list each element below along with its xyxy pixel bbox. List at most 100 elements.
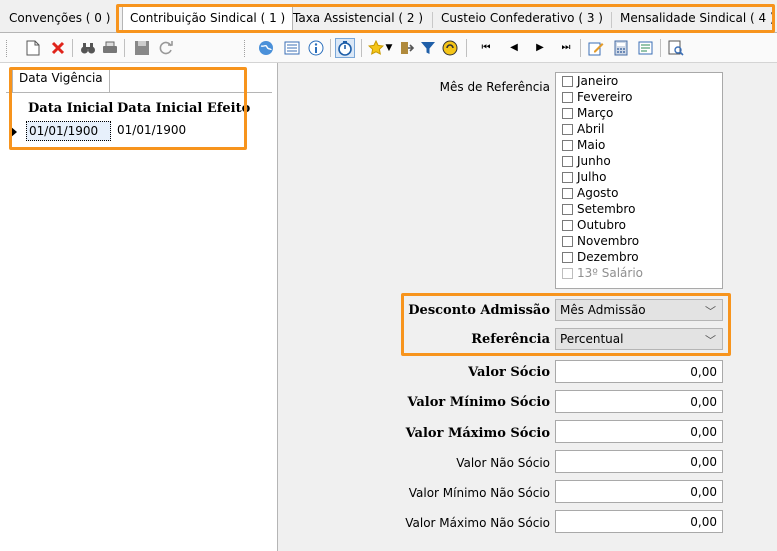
tab-separator [611, 12, 612, 28]
referencia-select[interactable]: Percentual ﹀ [555, 328, 723, 350]
checkbox-icon[interactable] [562, 203, 573, 215]
zoom-icon[interactable] [666, 38, 686, 58]
month-checkbox-julho[interactable]: Julho [562, 169, 606, 185]
month-label: Fevereiro [577, 90, 633, 104]
valor-nao-socio-input[interactable]: 0,00 [555, 450, 723, 473]
valor-nao-socio-label: Valor Não Sócio [456, 456, 550, 470]
tab-taxa-assistencial[interactable]: Taxa Assistencial ( 2 ) [286, 9, 430, 31]
toolbar: ▼ ⏮ ◀ ▶ ⏭ [0, 33, 777, 63]
month-checkbox-abril[interactable]: Abril [562, 121, 604, 137]
chevron-down-icon[interactable]: ▼ [384, 38, 394, 58]
toolbar-separator [330, 39, 331, 57]
stopwatch-icon[interactable] [335, 38, 355, 58]
filter-icon[interactable] [418, 38, 438, 58]
new-document-icon[interactable] [23, 38, 43, 58]
desconto-admissao-select[interactable]: Mês Admissão ﹀ [555, 299, 723, 321]
valor-maximo-socio-input[interactable]: 0,00 [555, 420, 723, 443]
print-icon[interactable] [100, 38, 120, 58]
referencia-label: Referência [471, 332, 550, 347]
globe-icon[interactable] [256, 38, 276, 58]
checkbox-icon[interactable] [562, 155, 573, 167]
month-checkbox-fevereiro[interactable]: Fevereiro [562, 89, 633, 105]
month-label: Agosto [577, 186, 619, 200]
column-header-data-inicial-efeito[interactable]: Data Inicial Efeito [117, 98, 250, 120]
month-checkbox-setembro[interactable]: Setembro [562, 201, 635, 217]
toolbar-separator [580, 39, 581, 57]
month-checkbox-janeiro[interactable]: Janeiro [562, 73, 618, 89]
checkbox-icon[interactable] [562, 123, 573, 135]
toolbar-separator [124, 39, 125, 57]
cell-data-inicial-efeito[interactable]: 01/01/1900 [117, 121, 186, 141]
refresh-icon[interactable] [156, 38, 176, 58]
toolbar-separator [466, 39, 467, 57]
month-label: Dezembro [577, 250, 639, 264]
toolbar-grip[interactable] [6, 40, 9, 57]
month-checkbox-dezembro[interactable]: Dezembro [562, 249, 639, 265]
tab-separator [118, 12, 119, 28]
tab-contribuicao-sindical[interactable]: Contribuição Sindical ( 1 ) [122, 5, 294, 31]
valor-socio-label: Valor Sócio [468, 365, 550, 380]
sync-icon[interactable] [440, 38, 460, 58]
report-icon[interactable] [636, 38, 656, 58]
binoculars-icon[interactable] [78, 38, 98, 58]
month-label: Junho [577, 154, 611, 168]
toolbar-grip[interactable] [244, 40, 247, 57]
checkbox-icon[interactable] [562, 139, 573, 151]
month-checkbox-novembro[interactable]: Novembro [562, 233, 639, 249]
valor-minimo-nao-socio-label: Valor Mínimo Não Sócio [408, 486, 550, 500]
valor-minimo-socio-label: Valor Mínimo Sócio [407, 395, 550, 410]
edit-icon[interactable] [586, 38, 606, 58]
next-record-icon[interactable]: ▶ [530, 38, 550, 58]
month-checkbox-marco[interactable]: Março [562, 105, 613, 121]
info-icon[interactable] [306, 38, 326, 58]
checkbox-icon[interactable] [562, 171, 573, 183]
month-checkbox-agosto[interactable]: Agosto [562, 185, 618, 201]
save-icon[interactable] [132, 38, 152, 58]
star-icon[interactable] [366, 38, 386, 58]
delete-icon[interactable] [48, 38, 68, 58]
calculator-icon[interactable] [611, 38, 631, 58]
month-checkbox-junho[interactable]: Junho [562, 153, 611, 169]
chevron-down-icon[interactable]: ﹀ [705, 332, 716, 348]
checkbox-icon[interactable] [562, 219, 573, 231]
tab-convencoes[interactable]: Convenções ( 0 ) [2, 9, 117, 31]
previous-record-icon[interactable]: ◀ [504, 38, 524, 58]
chevron-down-icon[interactable]: ﹀ [705, 303, 716, 319]
column-header-data-inicial[interactable]: Data Inicial [28, 98, 113, 120]
checkbox-icon [562, 267, 573, 279]
month-label: Outubro [577, 218, 626, 232]
tab-bar: Convenções ( 0 ) Contribuição Sindical (… [0, 0, 777, 33]
valor-socio-input[interactable]: 0,00 [555, 360, 723, 383]
tab-mensalidade-sindical[interactable]: Mensalidade Sindical ( 4 ) [613, 9, 777, 31]
checkbox-icon[interactable] [562, 251, 573, 263]
referencia-value: Percentual [560, 332, 624, 346]
first-record-icon[interactable]: ⏮ [476, 38, 496, 58]
toolbar-separator [660, 39, 661, 57]
export-icon[interactable] [397, 38, 417, 58]
valor-minimo-nao-socio-input[interactable]: 0,00 [555, 480, 723, 503]
tab-custeio-confederativo[interactable]: Custeio Confederativo ( 3 ) [434, 9, 610, 31]
toolbar-separator [361, 39, 362, 57]
checkbox-icon[interactable] [562, 187, 573, 199]
month-checkbox-maio[interactable]: Maio [562, 137, 605, 153]
list-icon[interactable] [282, 38, 302, 58]
valor-minimo-socio-input[interactable]: 0,00 [555, 390, 723, 413]
checkbox-icon[interactable] [562, 91, 573, 103]
mes-referencia-label: Mês de Referência [439, 80, 550, 94]
checkbox-icon[interactable] [562, 107, 573, 119]
month-checklist[interactable]: Janeiro Fevereiro Março Abril Maio Junho… [555, 72, 723, 289]
checkbox-icon[interactable] [562, 75, 573, 87]
month-checkbox-outubro[interactable]: Outubro [562, 217, 626, 233]
tab-data-vigencia[interactable]: Data Vigência [12, 67, 110, 92]
month-label: Setembro [577, 202, 636, 216]
checkbox-icon[interactable] [562, 235, 573, 247]
month-checkbox-13-salario: 13º Salário [562, 265, 643, 281]
last-record-icon[interactable]: ⏭ [556, 38, 576, 58]
month-label: Abril [577, 122, 605, 136]
desconto-admissao-label: Desconto Admissão [408, 303, 550, 318]
month-label: Janeiro [577, 74, 619, 88]
valor-maximo-nao-socio-input[interactable]: 0,00 [555, 510, 723, 533]
cell-data-inicial[interactable]: 01/01/1900 [26, 121, 111, 141]
tab-separator [432, 12, 433, 28]
month-label: Julho [577, 170, 607, 184]
